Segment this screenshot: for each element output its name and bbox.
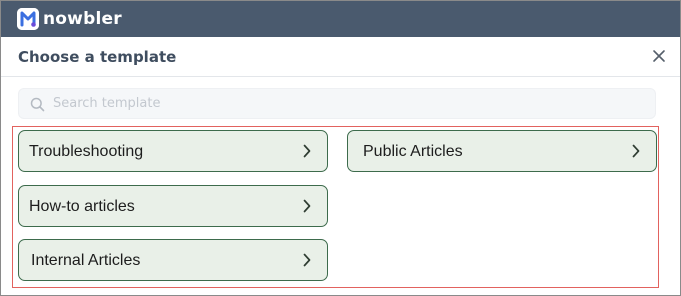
template-list: Troubleshooting Public Articles How-to a…: [12, 126, 659, 288]
template-card-internal-articles[interactable]: Internal Articles: [18, 239, 328, 281]
chevron-right-icon: [302, 253, 312, 272]
chevron-right-icon: [631, 144, 641, 163]
chevron-right-icon: [302, 199, 312, 218]
chevron-right-icon: [302, 144, 312, 163]
template-card-label: Troubleshooting: [29, 143, 144, 160]
logo-text: nowbler: [43, 9, 122, 29]
search-field[interactable]: [18, 88, 656, 119]
dialog-title: Choose a template: [18, 48, 177, 66]
search-input[interactable]: [53, 89, 643, 118]
template-card-public-articles[interactable]: Public Articles: [347, 130, 657, 172]
close-icon[interactable]: [650, 47, 668, 65]
search-icon: [30, 97, 45, 117]
template-card-how-to-articles[interactable]: How-to articles: [18, 185, 328, 227]
template-card-troubleshooting[interactable]: Troubleshooting: [18, 130, 328, 172]
template-card-label: Public Articles: [363, 143, 463, 160]
dialog-header: Choose a template: [1, 37, 680, 77]
template-card-label: Internal Articles: [31, 252, 141, 269]
nowbler-logo-icon: [17, 8, 39, 30]
template-card-label: How-to articles: [29, 198, 135, 215]
template-dialog-window: nowbler Choose a template Troubleshootin…: [0, 0, 681, 296]
app-logo: nowbler: [17, 8, 122, 30]
app-top-bar: nowbler: [1, 1, 680, 37]
